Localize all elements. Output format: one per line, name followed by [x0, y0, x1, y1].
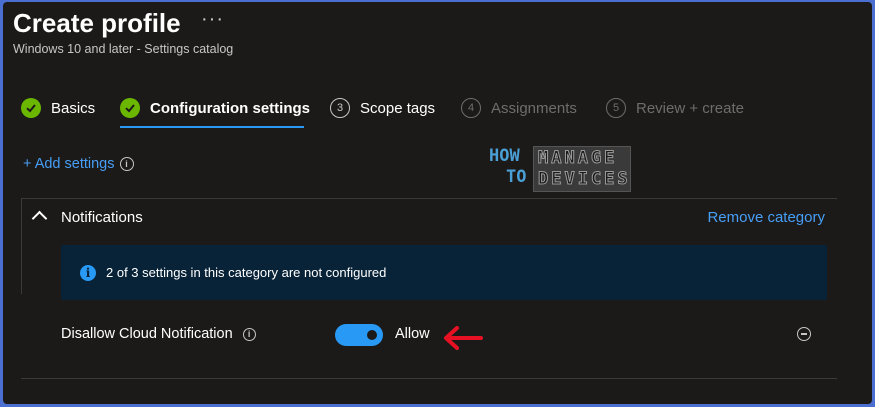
checkmark-icon	[21, 98, 41, 118]
tab-configuration-settings-label: Configuration settings	[150, 99, 310, 117]
tab-configuration-settings[interactable]: Configuration settings	[120, 98, 310, 118]
toggle-knob	[367, 330, 377, 340]
step-number-3: 3	[330, 98, 350, 118]
divider	[21, 378, 837, 379]
toggle-value-label: Allow	[395, 326, 430, 342]
setting-name-text: Disallow Cloud Notification	[61, 326, 233, 342]
allow-toggle[interactable]	[335, 324, 383, 346]
add-settings-link[interactable]: + Add settings i	[23, 156, 134, 172]
tab-scope-tags-label: Scope tags	[360, 99, 436, 117]
logo-text-manage-devices: MANAGE DEVICES	[533, 146, 631, 192]
page-title: Create profile	[13, 8, 181, 38]
divider	[21, 198, 22, 294]
tab-assignments: 4 Assignments	[461, 98, 577, 118]
info-message-bar: i 2 of 3 settings in this category are n…	[61, 245, 827, 300]
tab-review-create: 5 Review + create	[606, 98, 744, 118]
step-number-5: 5	[606, 98, 626, 118]
step-number-4: 4	[461, 98, 481, 118]
chevron-up-icon[interactable]	[31, 210, 48, 227]
tab-assignments-label: Assignments	[491, 99, 577, 117]
tab-scope-tags[interactable]: 3 Scope tags	[330, 98, 435, 118]
divider	[21, 198, 837, 199]
page-subtitle: Windows 10 and later - Settings catalog	[13, 42, 234, 56]
info-icon[interactable]: i	[242, 327, 256, 341]
info-icon: i	[80, 264, 96, 281]
tab-basics-label: Basics	[51, 99, 96, 117]
remove-category-link[interactable]: Remove category	[707, 209, 825, 226]
watermark-logo: HOW TO MANAGE DEVICES	[489, 146, 631, 192]
remove-setting-icon[interactable]	[797, 327, 811, 341]
active-tab-indicator	[120, 126, 304, 128]
red-arrow-icon	[444, 326, 483, 350]
tab-basics[interactable]: Basics	[21, 98, 95, 118]
info-message-text: 2 of 3 settings in this category are not…	[106, 265, 387, 280]
logo-text-how: HOW	[489, 146, 520, 166]
info-icon[interactable]: i	[119, 157, 134, 171]
checkmark-icon	[120, 98, 140, 118]
more-options-icon[interactable]: ···	[201, 8, 224, 31]
category-title[interactable]: Notifications	[61, 209, 143, 226]
tab-review-create-label: Review + create	[636, 99, 744, 117]
logo-text-to: TO	[506, 167, 527, 187]
setting-label: Disallow Cloud Notification i	[61, 326, 256, 342]
create-profile-panel: Create profile ··· Windows 10 and later …	[3, 2, 872, 404]
add-settings-label: + Add settings	[23, 156, 115, 172]
